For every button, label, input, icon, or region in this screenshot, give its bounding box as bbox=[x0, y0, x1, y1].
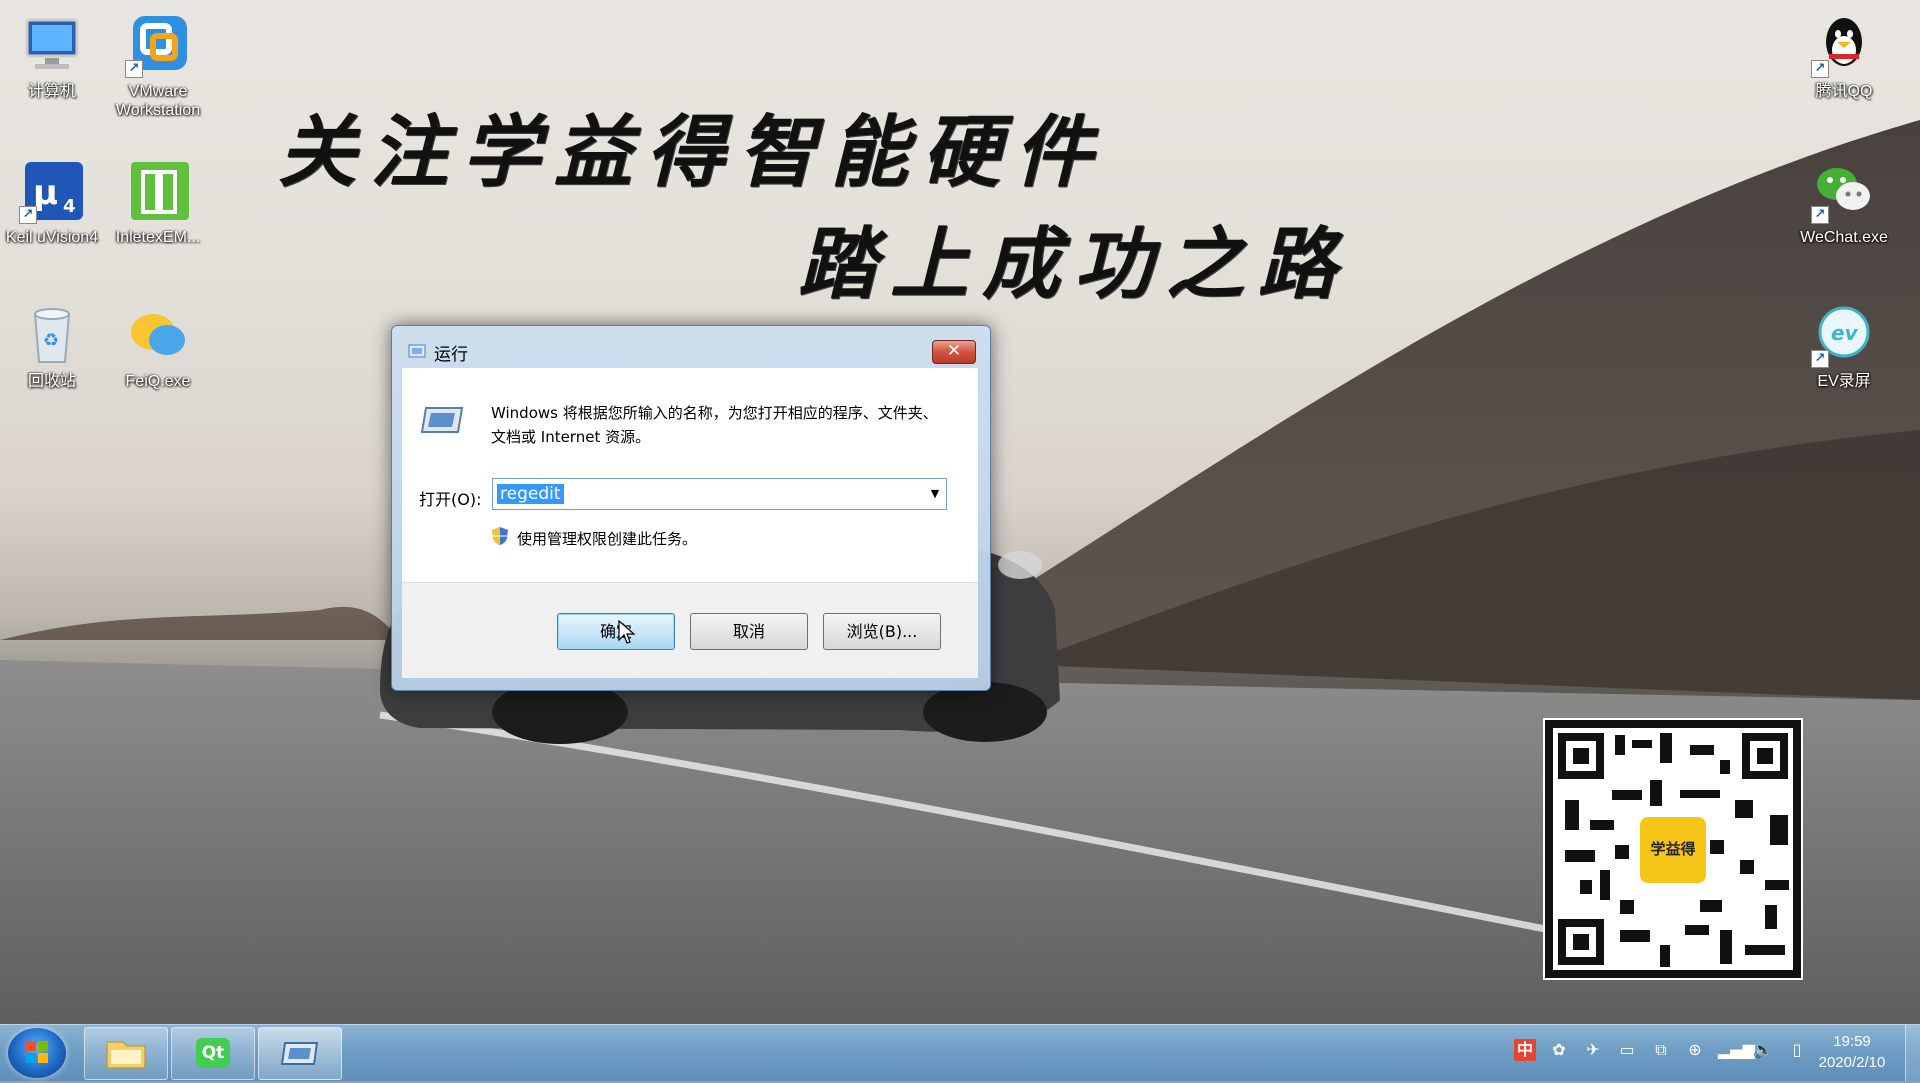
cancel-button[interactable]: 取消 bbox=[690, 613, 808, 650]
wechat-icon: ↗ bbox=[1811, 158, 1877, 224]
recycle-bin-icon: ♻ bbox=[19, 302, 85, 368]
ev-recorder-icon: ev ↗ bbox=[1811, 302, 1877, 368]
desktop-icon-computer[interactable]: 计算机 bbox=[0, 12, 104, 101]
inletex-icon bbox=[125, 158, 191, 224]
desktop-icon-recycle-bin[interactable]: ♻ 回收站 bbox=[0, 302, 104, 391]
open-combobox[interactable]: regedit ▼ bbox=[492, 478, 947, 510]
dialog-title: 运行 bbox=[434, 345, 468, 365]
admin-note-text: 使用管理权限创建此任务。 bbox=[517, 529, 698, 548]
system-tray: 中 ✿ ✈ ▭ ⧉ ⊕ ▂▄▆ 🔈 ▯ bbox=[1514, 1039, 1808, 1061]
dialog-description: Windows 将根据您所输入的名称，为您打开相应的程序、文件夹、文档或 Int… bbox=[491, 404, 938, 446]
open-label: 打开(O): bbox=[419, 490, 482, 509]
dropdown-arrow-icon[interactable]: ▼ bbox=[924, 479, 946, 509]
desktop-icon-label: VMware Workstation bbox=[115, 83, 201, 119]
qr-logo-text: 学益得 bbox=[1650, 840, 1696, 858]
shortcut-arrow-icon: ↗ bbox=[1811, 350, 1829, 368]
open-input[interactable]: regedit bbox=[497, 484, 564, 504]
run-icon bbox=[420, 404, 464, 440]
desktop-icon-qq[interactable]: ↗ 腾讯QQ bbox=[1792, 12, 1896, 101]
desktop-icon-feiq[interactable]: FeiQ.exe bbox=[106, 302, 210, 391]
ok-button[interactable]: 确定 bbox=[557, 613, 675, 650]
volume-icon[interactable]: 🔈 bbox=[1752, 1039, 1774, 1061]
mouse-cursor-icon bbox=[618, 619, 636, 650]
desktop-icon-ev-recorder[interactable]: ev ↗ EV录屏 bbox=[1792, 302, 1896, 391]
shortcut-arrow-icon: ↗ bbox=[19, 206, 37, 224]
svg-text:4: 4 bbox=[63, 196, 76, 217]
clock-date: 2020/2/10 bbox=[1818, 1054, 1886, 1071]
show-desktop-button[interactable] bbox=[1905, 1025, 1920, 1081]
taskbar-explorer-button[interactable] bbox=[84, 1027, 168, 1080]
input-method-icon[interactable]: ✿ bbox=[1548, 1039, 1570, 1061]
run-icon bbox=[280, 1042, 319, 1065]
taskbar-qt-button[interactable]: Qt bbox=[171, 1027, 255, 1080]
desktop-icon-wechat[interactable]: ↗ WeChat.exe bbox=[1792, 158, 1896, 247]
slogan-line-2: 踏上成功之路 bbox=[798, 219, 1351, 310]
desktop-icon-inletex[interactable]: InletexEM... bbox=[106, 158, 210, 247]
run-dialog[interactable]: 运行 ✕ Windows 将根据您所输入的名称，为您打开相应的程序、文件夹、文档… bbox=[391, 325, 991, 691]
desktop-icon-label: WeChat.exe bbox=[1800, 229, 1888, 246]
taskbar: Qt 中 ✿ ✈ ▭ ⧉ ⊕ ▂▄▆ 🔈 ▯ 19:59 2020/2/10 bbox=[0, 1024, 1920, 1081]
windows-logo-icon bbox=[26, 1041, 48, 1063]
taskbar-run-button[interactable] bbox=[258, 1027, 342, 1080]
keil-uvision-icon: μ4 ↗ bbox=[19, 158, 85, 224]
start-button[interactable] bbox=[8, 1028, 66, 1078]
slogan-line-1: 关注学益得智能硬件 bbox=[278, 107, 1107, 198]
shortcut-arrow-icon: ↗ bbox=[1811, 60, 1829, 78]
folder-icon bbox=[106, 1041, 146, 1069]
feiq-icon bbox=[125, 302, 191, 368]
signal-bars-icon[interactable]: ▂▄▆ bbox=[1718, 1039, 1755, 1061]
clock-time: 19:59 bbox=[1833, 1033, 1871, 1050]
svg-text:♻: ♻ bbox=[43, 330, 59, 351]
shortcut-arrow-icon: ↗ bbox=[1811, 206, 1829, 224]
close-button[interactable]: ✕ bbox=[932, 340, 976, 364]
run-small-icon bbox=[408, 343, 426, 363]
desktop-icon-label: 计算机 bbox=[27, 83, 76, 100]
uac-shield-icon bbox=[491, 526, 509, 550]
close-icon: ✕ bbox=[946, 341, 962, 361]
desktop-icon-label: Keil uVision4 bbox=[5, 229, 99, 246]
computer-icon bbox=[19, 12, 85, 78]
desktop-icon-label: FeiQ.exe bbox=[125, 373, 191, 390]
desktop-icon-label: 回收站 bbox=[27, 373, 76, 390]
browse-button[interactable]: 浏览(B)... bbox=[823, 613, 941, 650]
svg-text:ev: ev bbox=[1831, 321, 1859, 345]
admin-note: 使用管理权限创建此任务。 bbox=[491, 526, 697, 550]
shortcut-arrow-icon: ↗ bbox=[125, 60, 143, 78]
qq-penguin-icon: ↗ bbox=[1811, 12, 1877, 78]
network-status-icon[interactable]: ⊕ bbox=[1684, 1039, 1706, 1061]
qt-icon: Qt bbox=[196, 1038, 230, 1068]
desktop-icon-label: 腾讯QQ bbox=[1815, 83, 1873, 100]
app-tray-icon[interactable]: ✈ bbox=[1582, 1039, 1604, 1061]
ime-indicator[interactable]: 中 bbox=[1514, 1039, 1536, 1061]
vmware-icon: ↗ bbox=[125, 12, 191, 78]
desktop-icon-vmware[interactable]: ↗ VMware Workstation bbox=[106, 12, 210, 120]
taskbar-clock[interactable]: 19:59 2020/2/10 bbox=[1802, 1031, 1902, 1073]
dialog-titlebar[interactable]: 运行 bbox=[408, 340, 468, 365]
desktop-icon-keil[interactable]: μ4 ↗ Keil uVision4 bbox=[0, 158, 104, 247]
desktop-icon-label: EV录屏 bbox=[1817, 373, 1871, 390]
network-devices-icon[interactable]: ⧉ bbox=[1650, 1039, 1672, 1061]
action-center-icon[interactable]: ▭ bbox=[1616, 1039, 1638, 1061]
desktop-icon-label: InletexEM... bbox=[115, 229, 201, 246]
